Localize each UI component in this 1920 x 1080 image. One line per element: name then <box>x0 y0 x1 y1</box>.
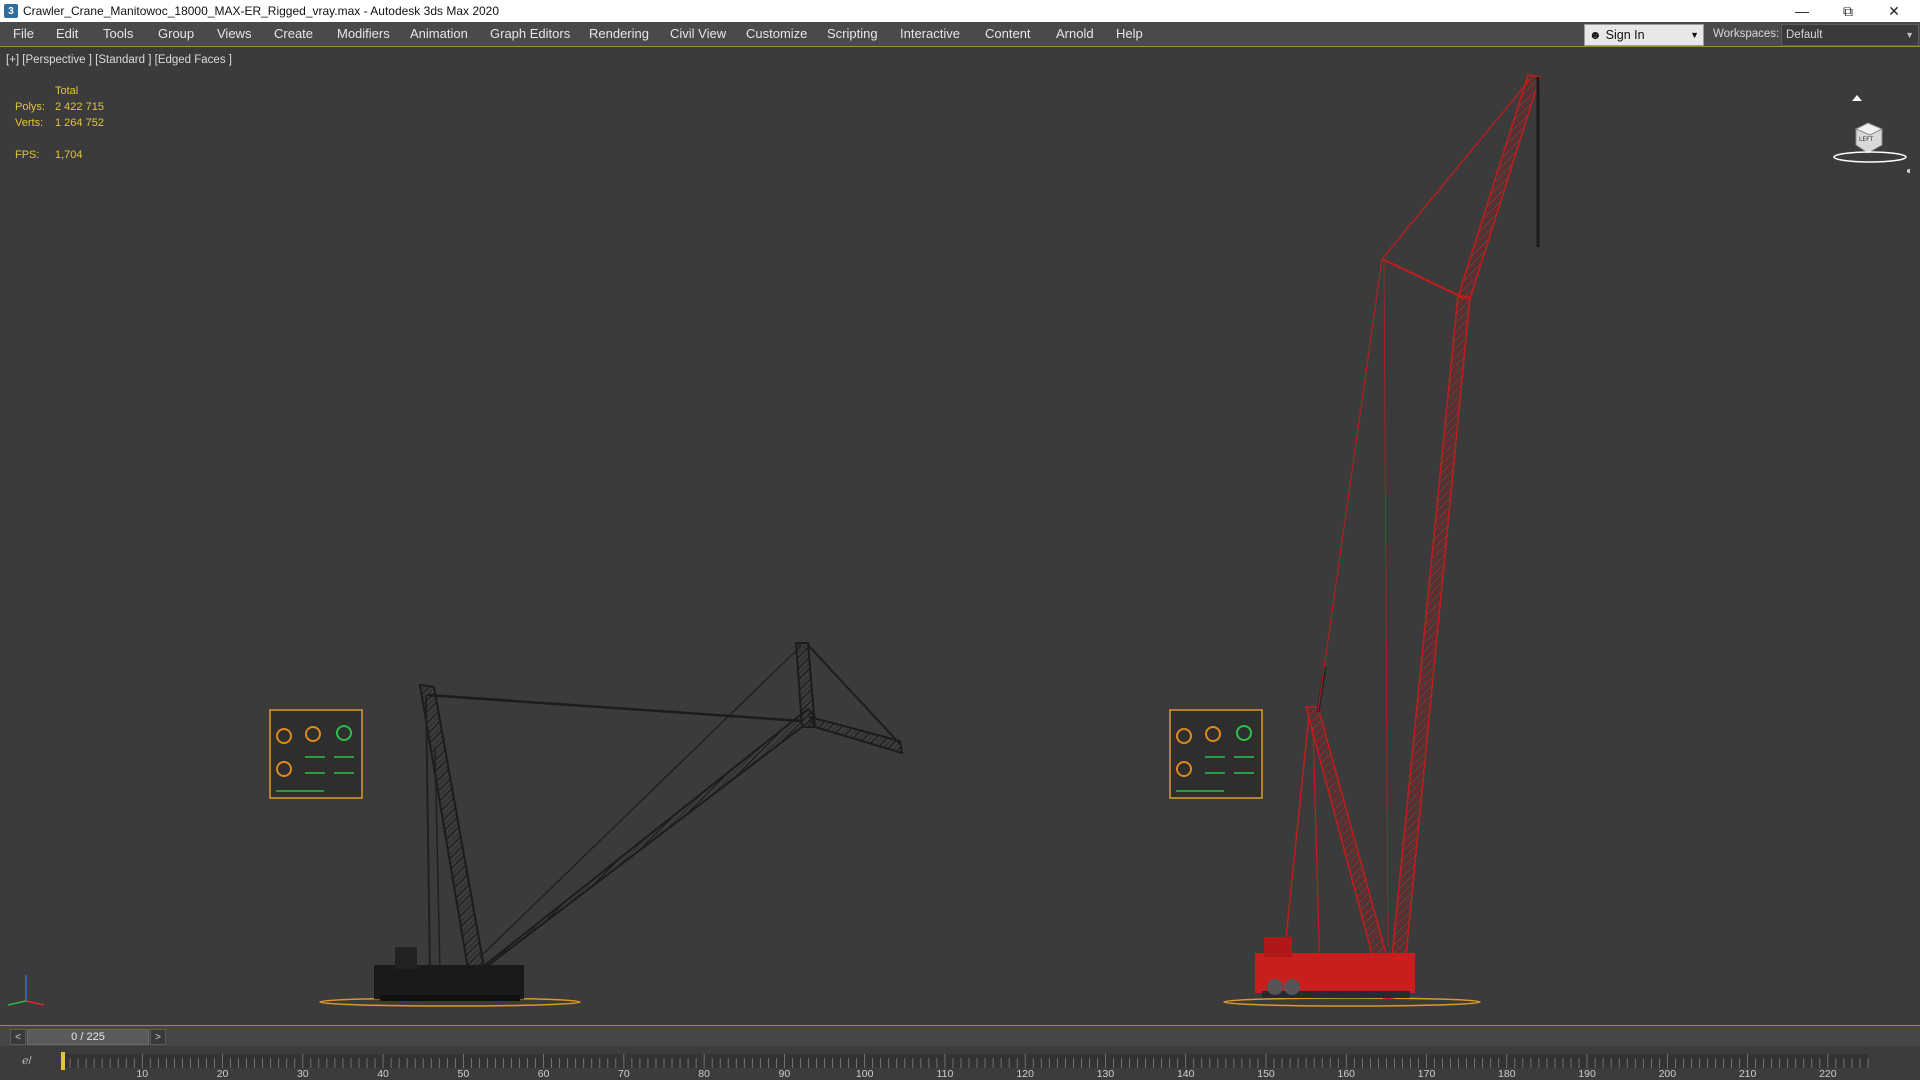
ruler-tick-label: 130 <box>1097 1068 1115 1080</box>
ruler-tick-label: 160 <box>1338 1068 1356 1080</box>
current-frame-marker[interactable] <box>61 1052 65 1070</box>
sign-in-label: Sign In <box>1605 28 1645 42</box>
chevron-down-icon: ▼ <box>1905 30 1914 40</box>
frame-ruler[interactable]: 10 20 30 40 50 60 70 80 90 100 110 120 130 140 150 160 1… <box>0 1046 1920 1080</box>
jib-red <box>1457 74 1541 300</box>
time-next-button[interactable]: > <box>150 1029 166 1045</box>
ruler-tick-label: 20 <box>217 1068 229 1080</box>
menu-edit[interactable]: Edit <box>56 26 78 41</box>
carbody-dark <box>374 965 524 999</box>
counterweight-dark <box>395 947 417 969</box>
close-icon[interactable]: ✕ <box>1872 0 1916 22</box>
title-bar: 3 Crawler_Crane_Manitowoc_18000_MAX-ER_R… <box>0 0 1920 22</box>
menu-file[interactable]: File <box>13 26 34 41</box>
menu-content[interactable]: Content <box>985 26 1031 41</box>
ruler-tick-label: 110 <box>937 1068 954 1080</box>
boom-dark <box>469 707 817 978</box>
jib-dark <box>808 715 904 755</box>
menu-animation[interactable]: Animation <box>410 26 468 41</box>
menu-create[interactable]: Create <box>274 26 313 41</box>
perspective-viewport[interactable]: [+] [Perspective ] [Standard ] [Edged Fa… <box>0 46 1920 1026</box>
ground-grid-right <box>1223 997 1481 1007</box>
rig-control-panel-right[interactable] <box>1169 709 1263 799</box>
workspaces-select[interactable]: Default ▼ <box>1781 24 1919 46</box>
ruler-tick-label: 60 <box>538 1068 550 1080</box>
menu-tools[interactable]: Tools <box>103 26 133 41</box>
user-icon: ☻ <box>1589 28 1602 42</box>
ruler-tick-label: 30 <box>297 1068 309 1080</box>
ruler-track <box>62 1054 1868 1068</box>
menu-views[interactable]: Views <box>217 26 251 41</box>
ruler-tick-label: 40 <box>377 1068 389 1080</box>
ruler-tick-label: 70 <box>618 1068 630 1080</box>
window-title: Crawler_Crane_Manitowoc_18000_MAX-ER_Rig… <box>23 4 500 18</box>
viewcube-icon[interactable]: LEFT <box>1820 85 1910 175</box>
chevron-down-icon: ▼ <box>1690 30 1699 40</box>
ruler-tick-label: 190 <box>1578 1068 1596 1080</box>
pendant-red-2 <box>1317 258 1383 712</box>
ruler-tick-label: 100 <box>856 1068 874 1080</box>
menu-rendering[interactable]: Rendering <box>589 26 649 41</box>
axis-gizmo-icon <box>7 975 45 1006</box>
workspaces-label: Workspaces: <box>1713 28 1780 40</box>
restore-icon[interactable]: ⧉ <box>1826 0 1870 22</box>
tracks-dark <box>380 995 520 1001</box>
ruler-tick-label: 170 <box>1418 1068 1436 1080</box>
menu-help[interactable]: Help <box>1116 26 1143 41</box>
menu-civil-view[interactable]: Civil View <box>670 26 726 41</box>
crane-dark-model[interactable] <box>319 642 904 1007</box>
backstay-red-2 <box>1312 726 1321 978</box>
workspaces-value: Default <box>1786 29 1823 41</box>
menu-arnold[interactable]: Arnold <box>1056 26 1094 41</box>
crane-red-model[interactable] <box>1223 74 1541 1007</box>
sign-in-dropdown[interactable]: ☻ Sign In ▼ <box>1584 24 1704 46</box>
track-bar[interactable]: ℯ/ 10 20 30 40 50 60 70 80 90 100 110 120 130 140 150 1… <box>0 1046 1920 1080</box>
ruler-tick-label: 90 <box>779 1068 791 1080</box>
ruler-tick-label: 220 <box>1819 1068 1837 1080</box>
menu-interactive[interactable]: Interactive <box>900 26 960 41</box>
tracks-red <box>1262 991 1410 998</box>
menu-group[interactable]: Group <box>158 26 194 41</box>
boom-red <box>1387 294 1471 998</box>
ruler-tick-label: 80 <box>698 1068 710 1080</box>
ruler-tick-label: 140 <box>1177 1068 1195 1080</box>
wheel-red-2 <box>1284 979 1300 995</box>
pendant-dark-2 <box>479 644 803 958</box>
counterweight-red <box>1264 937 1292 957</box>
menu-modifiers[interactable]: Modifiers <box>337 26 390 41</box>
home-icon[interactable] <box>1852 95 1862 101</box>
ruler-tick-label: 150 <box>1257 1068 1275 1080</box>
scene-canvas <box>7 74 1541 1007</box>
ruler-tick-label: 10 <box>136 1068 148 1080</box>
ruler-tick-label: 50 <box>457 1068 469 1080</box>
menu-scripting[interactable]: Scripting <box>827 26 878 41</box>
menu-customize[interactable]: Customize <box>746 26 807 41</box>
time-prev-button[interactable]: < <box>10 1029 26 1045</box>
time-slider[interactable]: 0 / 225 <box>27 1029 149 1045</box>
wheel-red-1 <box>1267 979 1283 995</box>
rig-control-panel-left[interactable] <box>269 709 363 799</box>
ruler-tick-label: 180 <box>1498 1068 1516 1080</box>
viewcube-face-label: LEFT <box>1859 136 1873 143</box>
strut-red <box>1381 258 1463 298</box>
ruler-tick-label: 200 <box>1659 1068 1677 1080</box>
menu-graph-editors[interactable]: Graph Editors <box>490 26 570 41</box>
pendant-red-3 <box>1383 261 1389 948</box>
ruler-tick-label: 120 <box>1016 1068 1034 1080</box>
minimize-icon[interactable]: — <box>1780 0 1824 22</box>
jib-mast-dark <box>794 642 817 728</box>
time-slider-bar: < 0 / 225 > <box>0 1026 1920 1046</box>
app-icon[interactable]: 3 <box>4 4 18 18</box>
ruler-tick-label: 210 <box>1739 1068 1757 1080</box>
